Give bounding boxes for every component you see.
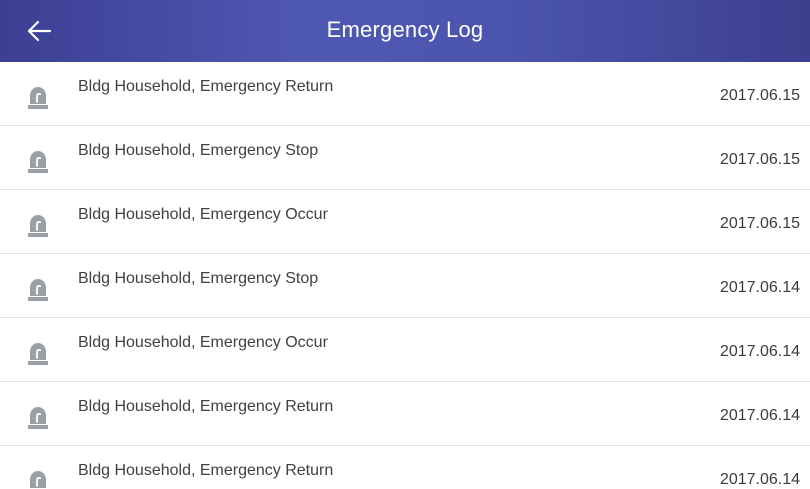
event-date: 2017.06.15 xyxy=(719,215,800,232)
event-date: 2017.06.14 xyxy=(719,407,800,424)
event-label: Bldg Household, Emergency Stop xyxy=(78,270,319,287)
event-label: Bldg Household, Emergency Occur xyxy=(78,206,328,223)
log-row[interactable]: Bldg Household, Emergency Occur 2017.06.… xyxy=(0,190,810,254)
event-label: Bldg Household, Emergency Occur xyxy=(78,334,328,351)
emergency-siren-icon xyxy=(26,340,50,366)
emergency-log-list: Bldg Household, Emergency Return 2017.06… xyxy=(0,62,810,489)
event-date: 2017.06.14 xyxy=(719,471,800,488)
event-label: Bldg Household, Emergency Return xyxy=(78,78,334,95)
log-row[interactable]: Bldg Household, Emergency Stop 2017.06.1… xyxy=(0,126,810,190)
header-bar: Emergency Log xyxy=(0,0,810,62)
emergency-siren-icon xyxy=(26,276,50,302)
log-row[interactable]: Bldg Household, Emergency Return 2017.06… xyxy=(0,62,810,126)
event-date: 2017.06.15 xyxy=(719,87,800,104)
emergency-log-screen: Emergency Log Bldg Household, Emergency … xyxy=(0,0,810,489)
log-row[interactable]: Bldg Household, Emergency Return 2017.06… xyxy=(0,382,810,446)
event-date: 2017.06.14 xyxy=(719,279,800,296)
event-label: Bldg Household, Emergency Return xyxy=(78,398,334,415)
arrow-left-icon xyxy=(24,16,54,46)
log-row[interactable]: Bldg Household, Emergency Occur 2017.06.… xyxy=(0,318,810,382)
log-row[interactable]: Bldg Household, Emergency Return 2017.06… xyxy=(0,446,810,489)
emergency-siren-icon xyxy=(26,212,50,238)
log-row[interactable]: Bldg Household, Emergency Stop 2017.06.1… xyxy=(0,254,810,318)
emergency-siren-icon xyxy=(26,404,50,430)
event-label: Bldg Household, Emergency Stop xyxy=(78,142,319,159)
page-title: Emergency Log xyxy=(326,17,484,42)
emergency-siren-icon xyxy=(26,148,50,174)
emergency-siren-icon xyxy=(26,84,50,110)
event-date: 2017.06.15 xyxy=(719,151,800,168)
event-date: 2017.06.14 xyxy=(719,343,800,360)
event-label: Bldg Household, Emergency Return xyxy=(78,462,334,479)
back-button[interactable] xyxy=(24,16,54,46)
emergency-siren-icon xyxy=(26,468,50,489)
